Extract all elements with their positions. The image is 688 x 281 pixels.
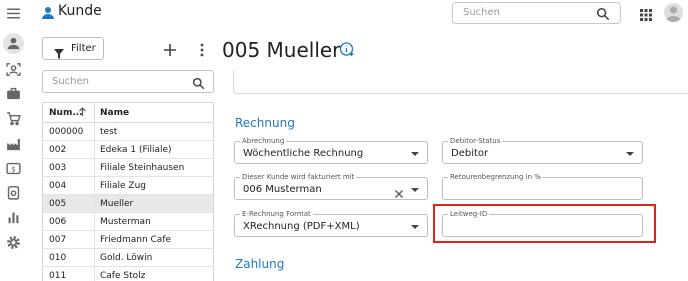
row-name: Cafe Stolz xyxy=(100,271,146,281)
section-heading-zahlung: Zahlung xyxy=(235,257,285,271)
fakturiert-select[interactable]: Dieser Kunde wird fakturiert mit 006 Mus… xyxy=(234,173,428,200)
chevron-down-icon[interactable] xyxy=(411,188,419,192)
row-name: Filiale Zug xyxy=(100,181,147,191)
abrechnung-value: Wöchentliche Rechnung xyxy=(243,148,364,159)
table-row[interactable]: 010 Gold. Löwin xyxy=(43,249,213,267)
row-name: test xyxy=(100,127,118,137)
customer-table: Num... Name 000000 test 002 Edeka 1 (Filial… xyxy=(42,102,214,281)
retourenbegrenzung-input[interactable]: Retourenbegrenzung in % xyxy=(442,173,643,200)
row-name: Friedmann Cafe xyxy=(100,235,172,245)
list-search-placeholder: Suchen xyxy=(52,76,90,87)
record-header-frame xyxy=(233,70,688,94)
page-title: Kunde xyxy=(58,3,102,19)
table-row[interactable]: 007 Friedmann Cafe xyxy=(43,231,213,249)
clear-icon[interactable] xyxy=(394,184,404,198)
highlight-box xyxy=(433,204,656,243)
search-icon[interactable] xyxy=(192,75,205,90)
nav-rail: $ xyxy=(0,0,27,281)
table-row[interactable]: 006 Musterman xyxy=(43,213,213,231)
table-header: Num... Name xyxy=(43,103,213,123)
filter-label: Filter xyxy=(71,43,96,54)
row-name: Mueller xyxy=(100,199,134,209)
global-search-input[interactable]: Suchen xyxy=(452,2,621,24)
retouren-label: Retourenbegrenzung in % xyxy=(448,173,543,182)
debitor-status-value: Debitor xyxy=(451,148,489,159)
table-row[interactable]: 011 Cafe Stolz xyxy=(43,267,213,281)
more-vert-icon[interactable] xyxy=(197,42,207,57)
filter-icon xyxy=(54,44,64,59)
fakturiert-value: 006 Musterman xyxy=(243,184,322,195)
row-name: Gold. Löwin xyxy=(100,253,153,263)
sort-arrow-up-icon[interactable] xyxy=(78,107,87,117)
row-name: Musterman xyxy=(100,217,151,227)
record-title: 005 Mueller xyxy=(222,38,341,62)
list-search-input[interactable]: Suchen xyxy=(42,70,214,93)
e-rechnung-format-select[interactable]: E-Rechnung Format XRechnung (PDF+XML) xyxy=(234,210,428,237)
chevron-down-icon[interactable] xyxy=(411,225,419,229)
filter-button[interactable]: Filter xyxy=(42,37,104,60)
e-rechnung-value: XRechnung (PDF+XML) xyxy=(243,221,360,232)
section-heading-rechnung: Rechnung xyxy=(235,116,295,130)
table-row[interactable]: 000000 test xyxy=(43,123,213,141)
row-number: 000000 xyxy=(49,127,84,137)
column-header-name[interactable]: Name xyxy=(100,108,129,118)
table-row[interactable]: 002 Edeka 1 (Filiale) xyxy=(43,141,213,159)
row-name: Filiale Steinhausen xyxy=(100,163,185,173)
add-icon[interactable] xyxy=(163,42,177,56)
row-number: 004 xyxy=(49,181,67,191)
chevron-down-icon[interactable] xyxy=(626,152,634,156)
debitor-status-select[interactable]: Debitor-Status Debitor xyxy=(442,137,643,164)
face-scan-icon[interactable] xyxy=(5,61,22,78)
account-avatar[interactable] xyxy=(664,3,683,22)
bar-chart-icon[interactable] xyxy=(5,209,22,226)
row-number: 006 xyxy=(49,217,67,227)
chevron-down-icon[interactable] xyxy=(411,152,419,156)
debitor-status-label: Debitor-Status xyxy=(448,137,503,146)
person-icon xyxy=(42,5,54,19)
apps-grid-icon[interactable] xyxy=(640,6,652,21)
menu-icon[interactable] xyxy=(5,5,22,22)
e-rechnung-label: E-Rechnung Format xyxy=(240,210,313,219)
fakturiert-label: Dieser Kunde wird fakturiert mit xyxy=(240,173,357,182)
user-icon[interactable] xyxy=(5,35,22,52)
clipboard-clock-icon[interactable] xyxy=(5,184,22,201)
table-row[interactable]: 004 Filiale Zug xyxy=(43,177,213,195)
table-row[interactable]: 003 Filiale Steinhausen xyxy=(43,159,213,177)
table-row[interactable]: 005 Mueller xyxy=(43,195,213,213)
money-icon[interactable]: $ xyxy=(5,160,22,177)
settings-icon[interactable] xyxy=(5,234,22,251)
briefcase-icon[interactable] xyxy=(5,85,22,102)
row-number: 011 xyxy=(49,271,67,281)
cart-icon[interactable] xyxy=(5,110,22,127)
search-placeholder: Suchen xyxy=(463,7,501,18)
svg-text:$: $ xyxy=(11,164,16,173)
factory-icon[interactable] xyxy=(5,136,22,153)
info-add-icon[interactable] xyxy=(339,41,355,57)
app-root: $ Kunde Suchen Filter Suchen Num... Name… xyxy=(0,0,688,281)
abrechnung-label: Abrechnung xyxy=(240,137,287,146)
abrechnung-select[interactable]: Abrechnung Wöchentliche Rechnung xyxy=(234,137,428,164)
row-number: 007 xyxy=(49,235,67,245)
row-number: 005 xyxy=(49,199,67,209)
row-number: 010 xyxy=(49,253,67,263)
search-icon[interactable] xyxy=(596,6,610,21)
row-number: 003 xyxy=(49,163,67,173)
row-number: 002 xyxy=(49,145,67,155)
row-name: Edeka 1 (Filiale) xyxy=(100,145,172,155)
